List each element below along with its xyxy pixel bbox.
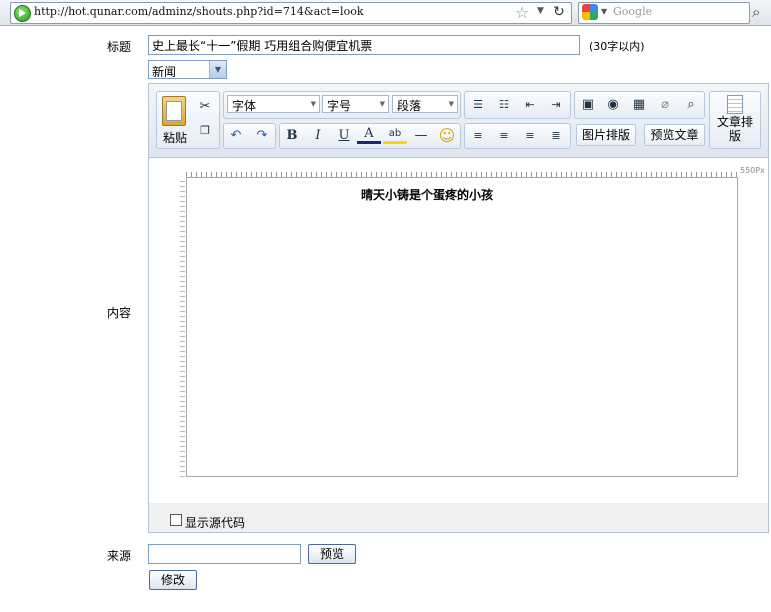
editor-content-area[interactable] xyxy=(186,177,738,477)
bookmark-star-icon[interactable]: ☆ xyxy=(515,3,529,22)
ordered-list-icon[interactable]: ☰ xyxy=(466,94,490,116)
italic-icon[interactable]: I xyxy=(306,125,330,147)
paste-button-label[interactable]: 粘贴 xyxy=(163,129,187,146)
redo-icon[interactable]: ↷ xyxy=(250,125,274,147)
source-label: 来源 xyxy=(107,549,132,563)
align-right-icon[interactable]: ≡ xyxy=(518,125,542,147)
google-icon[interactable] xyxy=(582,4,598,20)
category-selected-value: 新闻 xyxy=(152,65,177,79)
title-label: 标题 xyxy=(107,40,132,54)
cut-icon[interactable]: ✂ xyxy=(193,96,217,118)
chevron-down-icon: ▼ xyxy=(379,100,385,108)
underline-icon[interactable]: U xyxy=(332,125,356,147)
vertical-ruler xyxy=(173,177,185,477)
search-icon[interactable]: ⌕ xyxy=(752,3,760,21)
attachment-icon[interactable]: ⌀ xyxy=(653,94,677,116)
show-source-label: 显示源代码 xyxy=(185,516,246,530)
highlight-icon[interactable]: ab xyxy=(383,124,407,144)
editor-content-text: 晴天小铸是个蛋疼的小孩 xyxy=(186,186,738,203)
chevron-down-icon: ▼ xyxy=(448,100,454,108)
article-layout-button[interactable]: 文章排版 xyxy=(712,115,758,143)
find-icon[interactable]: ⌕ xyxy=(679,94,703,116)
align-left-icon[interactable]: ≡ xyxy=(466,125,490,147)
horizontal-rule-icon[interactable]: — xyxy=(409,125,433,147)
paragraph-value: 段落 xyxy=(397,99,422,113)
content-label: 内容 xyxy=(107,306,132,320)
modify-button[interactable]: 修改 xyxy=(149,570,197,590)
title-hint: (30字以内) xyxy=(589,40,645,53)
table-icon[interactable]: ▦ xyxy=(627,94,651,116)
search-placeholder[interactable]: Google xyxy=(613,5,652,18)
paste-icon-sheet xyxy=(166,101,182,121)
align-center-icon[interactable]: ≡ xyxy=(492,125,516,147)
unordered-list-icon[interactable]: ☷ xyxy=(492,94,516,116)
font-size-value: 字号 xyxy=(327,99,352,113)
reload-icon[interactable]: ↻ xyxy=(550,3,568,21)
bold-icon[interactable]: B xyxy=(280,125,304,147)
article-layout-icon[interactable] xyxy=(727,95,743,114)
font-color-icon[interactable]: A xyxy=(357,124,381,144)
history-dropdown-icon[interactable]: ▼ xyxy=(537,6,544,16)
source-input[interactable] xyxy=(148,544,301,564)
font-size-dropdown[interactable]: 字号 ▼ xyxy=(322,95,389,113)
url-text[interactable]: http://hot.qunar.com/adminz/shouts.php?i… xyxy=(34,5,364,18)
ruler-width-label: 550Px xyxy=(740,166,765,175)
copy-icon[interactable]: ❐ xyxy=(193,120,217,142)
emoticon-icon[interactable]: ☺ xyxy=(435,125,459,147)
content-line: 晴天小铸是个蛋疼的小孩 xyxy=(360,188,493,202)
preview-button[interactable]: 预览 xyxy=(308,544,356,564)
go-icon[interactable] xyxy=(14,5,31,22)
font-family-dropdown[interactable]: 字体 ▼ xyxy=(227,95,320,113)
category-select[interactable]: 新闻 ▼ xyxy=(148,60,227,79)
media-icon[interactable]: ◉ xyxy=(601,94,625,116)
font-family-value: 字体 xyxy=(232,99,257,113)
show-source-checkbox[interactable] xyxy=(170,514,182,526)
align-justify-icon[interactable]: ≣ xyxy=(544,125,568,147)
indent-icon[interactable]: ⇥ xyxy=(544,94,568,116)
preview-article-button[interactable]: 预览文章 xyxy=(644,124,705,146)
undo-icon[interactable]: ↶ xyxy=(224,125,248,147)
title-input[interactable] xyxy=(148,35,580,55)
image-layout-button[interactable]: 图片排版 xyxy=(576,124,636,146)
chevron-down-icon[interactable]: ▼ xyxy=(209,61,226,78)
image-icon[interactable]: ▣ xyxy=(576,94,600,116)
search-engine-dropdown-icon[interactable]: ▼ xyxy=(601,7,607,16)
chevron-down-icon: ▼ xyxy=(310,100,316,108)
outdent-icon[interactable]: ⇤ xyxy=(518,94,542,116)
paragraph-dropdown[interactable]: 段落 ▼ xyxy=(392,95,458,113)
